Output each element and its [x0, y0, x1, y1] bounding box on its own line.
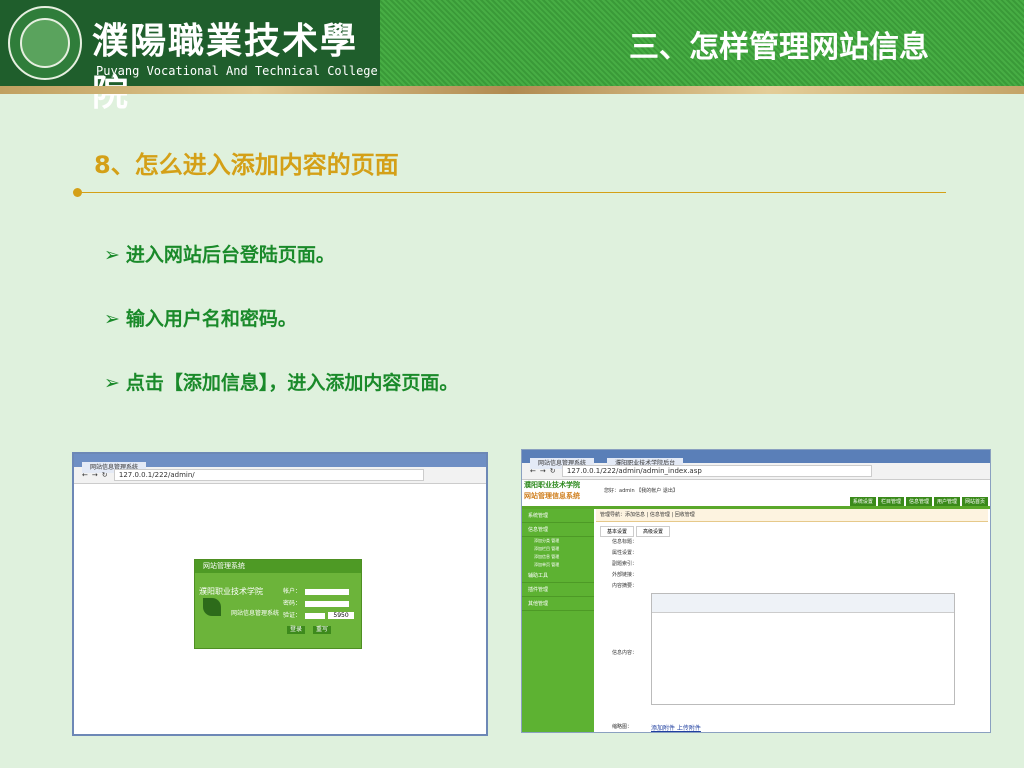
password-row[interactable]: 密码： — [283, 598, 350, 607]
address-bar: ← → ↻ 127.0.0.1/222/admin/admin_index.asp — [522, 463, 990, 480]
sidebar-item[interactable]: 辅助工具 — [522, 569, 594, 583]
bullet-item: ➢ 进入网站后台登陆页面。 — [104, 244, 335, 266]
bullet-item: ➢ 输入用户名和密码。 — [104, 308, 297, 330]
forward-icon[interactable]: → — [540, 463, 546, 479]
sidebar-item[interactable]: 信息管理 — [522, 523, 594, 537]
reload-icon[interactable]: ↻ — [102, 467, 108, 483]
forward-icon[interactable]: → — [92, 467, 98, 483]
url-field[interactable]: 127.0.0.1/222/admin/admin_index.asp — [561, 465, 872, 477]
breadcrumb: 管理导航：添加信息 | 信息管理 | 回收管理 — [596, 509, 988, 522]
reset-button[interactable]: 重写 — [313, 626, 331, 634]
login-school-name: 濮阳职业技术学院 — [199, 587, 263, 596]
address-bar: ← → ↻ 127.0.0.1/222/admin/ — [74, 467, 486, 484]
login-box: 网站管理系统 濮阳职业技术学院 网站信息管理系统 帐户： 密码： 验证： 5950… — [194, 559, 362, 649]
bullet-list: ➢ 进入网站后台登陆页面。 ➢ 输入用户名和密码。 ➢ 点击【添加信息】，进入添加内容… — [104, 240, 458, 432]
form-field[interactable]: 外部链接： — [596, 570, 988, 581]
nav-item[interactable]: 系统设置 — [849, 497, 876, 506]
sidebar-subitem[interactable]: 添加单页 管理 — [522, 561, 594, 569]
sidebar-item[interactable]: 其他管理 — [522, 597, 594, 611]
admin-sidebar: 系统管理 信息管理 添加分类 管理 添加栏目 管理 添加信息 管理 添加单页 管… — [522, 509, 594, 732]
college-seal-icon — [8, 6, 82, 80]
username-row[interactable]: 帐户： — [283, 586, 350, 595]
nav-item[interactable]: 网站首页 — [961, 497, 988, 506]
tab-basic[interactable]: 基本设置 — [600, 526, 635, 537]
form-field[interactable]: 内容摘要： — [596, 581, 988, 592]
arrow-icon: ➢ — [104, 372, 120, 394]
captcha-row[interactable]: 验证： 5950 — [283, 610, 355, 619]
browser-titlebar: 网站信息管理系统 濮阳职业技术学院后台 — [522, 450, 990, 469]
section-title: 三、怎样管理网站信息 — [629, 30, 929, 65]
url-field[interactable]: 127.0.0.1/222/admin/ — [113, 469, 424, 481]
sidebar-item[interactable]: 插件管理 — [522, 583, 594, 597]
slide-heading: 8、怎么进入添加内容的页面 — [94, 151, 399, 179]
admin-top-nav: 系统设置 栏目管理 信息管理 用户管理 网站首页 — [848, 497, 988, 506]
admin-screenshot: 网站信息管理系统 濮阳职业技术学院后台 ←→↻ 127.0.0.1/222/ad… — [521, 449, 991, 733]
rich-text-editor[interactable] — [651, 593, 955, 705]
back-icon[interactable]: ← — [82, 467, 88, 483]
admin-main: 管理导航：添加信息 | 信息管理 | 回收管理 基本设置 高级设置 信息标题： 属… — [596, 509, 988, 732]
nav-item[interactable]: 信息管理 — [905, 497, 932, 506]
arrow-icon: ➢ — [104, 308, 120, 330]
login-system-name: 网站信息管理系统 — [231, 610, 280, 617]
tab-advanced[interactable]: 高级设置 — [636, 526, 671, 537]
login-screenshot: 网站信息管理系统 ←→↻ 127.0.0.1/222/admin/ 网站管理系统… — [72, 452, 488, 736]
thumbnail-label: 缩略图： — [612, 724, 633, 730]
leaf-icon — [203, 598, 221, 616]
content-label: 信息内容： — [612, 650, 638, 656]
college-name-en: Puyang Vocational And Technical College — [96, 64, 378, 78]
login-button[interactable]: 登录 — [287, 626, 305, 634]
back-icon[interactable]: ← — [530, 463, 536, 479]
admin-user-info: 您好：admin 【我的帐户 退出】 — [604, 488, 678, 494]
editor-toolbar[interactable] — [652, 594, 954, 613]
sidebar-subitem[interactable]: 添加分类 管理 — [522, 537, 594, 545]
arrow-icon: ➢ — [104, 244, 120, 266]
attachment-links[interactable]: 添加附件 上传附件 — [651, 723, 701, 732]
bullet-item: ➢ 点击【添加信息】，进入添加内容页面。 — [104, 372, 459, 394]
form-field[interactable]: 副题索引： — [596, 559, 988, 570]
reload-icon[interactable]: ↻ — [550, 463, 556, 479]
sidebar-subitem[interactable]: 添加信息 管理 — [522, 553, 594, 561]
admin-logo: 濮阳职业技术学院 网站管理信息系统 — [524, 481, 580, 500]
nav-item[interactable]: 用户管理 — [933, 497, 960, 506]
form-field[interactable]: 信息标题： — [596, 537, 988, 548]
admin-header: 濮阳职业技术学院 网站管理信息系统 您好：admin 【我的帐户 退出】 系统设置… — [522, 480, 990, 509]
college-logo-area: 濮陽職業技术學院 Puyang Vocational And Technical… — [0, 0, 380, 114]
login-box-title: 网站管理系统 — [195, 560, 361, 573]
sidebar-subitem[interactable]: 添加栏目 管理 — [522, 545, 594, 553]
form-tabs: 基本设置 高级设置 — [596, 522, 988, 537]
browser-titlebar: 网站信息管理系统 — [74, 454, 486, 473]
wheat-strip — [0, 86, 1024, 94]
captcha-image: 5950 — [328, 612, 355, 619]
heading-rule — [78, 192, 946, 193]
header-banner: 濮陽職業技术學院 Puyang Vocational And Technical… — [0, 0, 1024, 114]
sidebar-item[interactable]: 系统管理 — [522, 509, 594, 523]
form-field[interactable]: 属性设置： — [596, 548, 988, 559]
nav-item[interactable]: 栏目管理 — [877, 497, 904, 506]
